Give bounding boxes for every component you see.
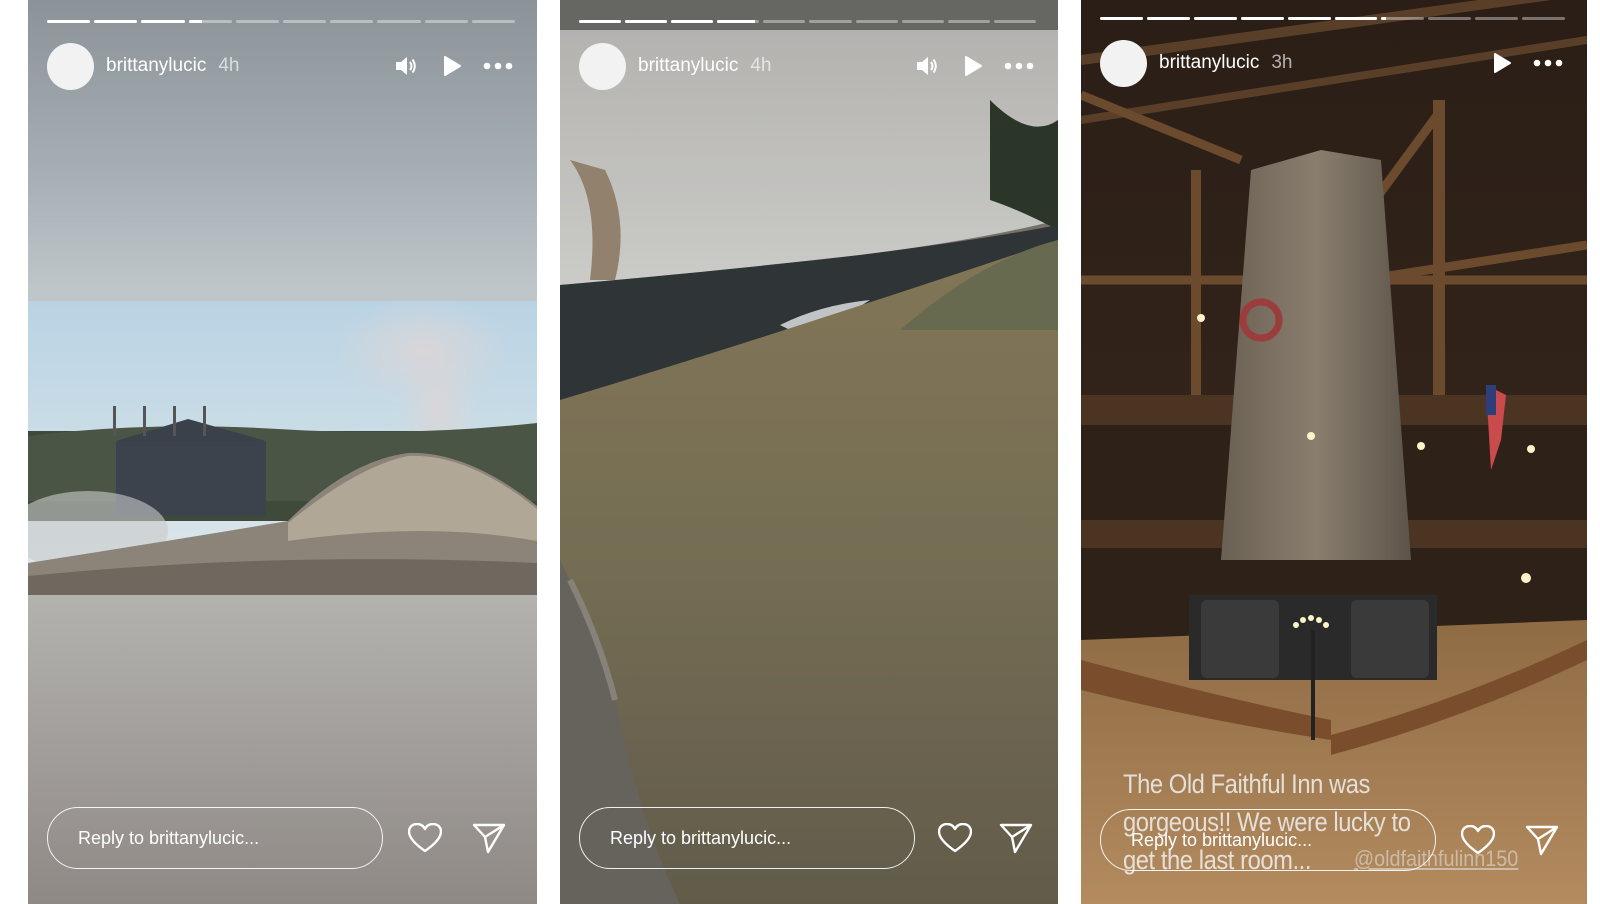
- timestamp: 4h: [750, 55, 772, 76]
- play-icon[interactable]: [1485, 46, 1519, 80]
- heart-icon[interactable]: [1456, 818, 1500, 862]
- story-footer: Reply to brittanylucic...: [47, 806, 515, 870]
- story-progress-bar: [1100, 17, 1566, 20]
- story-footer: Reply to brittanylucic...: [1100, 808, 1565, 872]
- timestamp: 4h: [218, 55, 240, 76]
- more-icon[interactable]: [1002, 49, 1036, 83]
- send-icon[interactable]: [467, 816, 511, 860]
- reply-input[interactable]: Reply to brittanylucic...: [579, 807, 915, 869]
- play-icon[interactable]: [956, 49, 990, 83]
- story-header: brittanylucic 4h: [47, 42, 515, 90]
- reply-input[interactable]: Reply to brittanylucic...: [1100, 809, 1436, 871]
- story-card-2[interactable]: brittanylucic 4h Reply to brittanylucic.…: [560, 0, 1058, 904]
- avatar[interactable]: [1100, 39, 1147, 87]
- timestamp: 3h: [1271, 52, 1293, 73]
- reply-input[interactable]: Reply to brittanylucic...: [47, 807, 383, 869]
- story-progress-bar: [47, 20, 516, 23]
- story-progress-bar: [579, 20, 1036, 23]
- heart-icon[interactable]: [403, 816, 447, 860]
- story-header: brittanylucic 3h: [1100, 39, 1565, 87]
- username[interactable]: brittanylucic: [106, 55, 206, 77]
- story-header: brittanylucic 4h: [579, 42, 1036, 90]
- more-icon[interactable]: [1531, 46, 1565, 80]
- story-photo-river: [560, 0, 1058, 904]
- speaker-icon[interactable]: [389, 49, 423, 83]
- story-footer: Reply to brittanylucic...: [579, 806, 1036, 870]
- speaker-icon[interactable]: [910, 49, 944, 83]
- send-icon[interactable]: [996, 816, 1037, 860]
- heart-icon[interactable]: [935, 816, 976, 860]
- username[interactable]: brittanylucic: [638, 55, 738, 77]
- send-icon[interactable]: [1520, 818, 1564, 862]
- story-card-1[interactable]: brittanylucic 4h Reply to brittanylucic.…: [28, 0, 537, 904]
- story-photo-geyser: [28, 301, 537, 595]
- play-icon[interactable]: [435, 49, 469, 83]
- avatar[interactable]: [579, 42, 626, 90]
- more-icon[interactable]: [481, 49, 515, 83]
- story-card-3[interactable]: brittanylucic 3h The Old Faithful Inn wa…: [1081, 0, 1587, 904]
- avatar[interactable]: [47, 42, 94, 90]
- username[interactable]: brittanylucic: [1159, 52, 1259, 74]
